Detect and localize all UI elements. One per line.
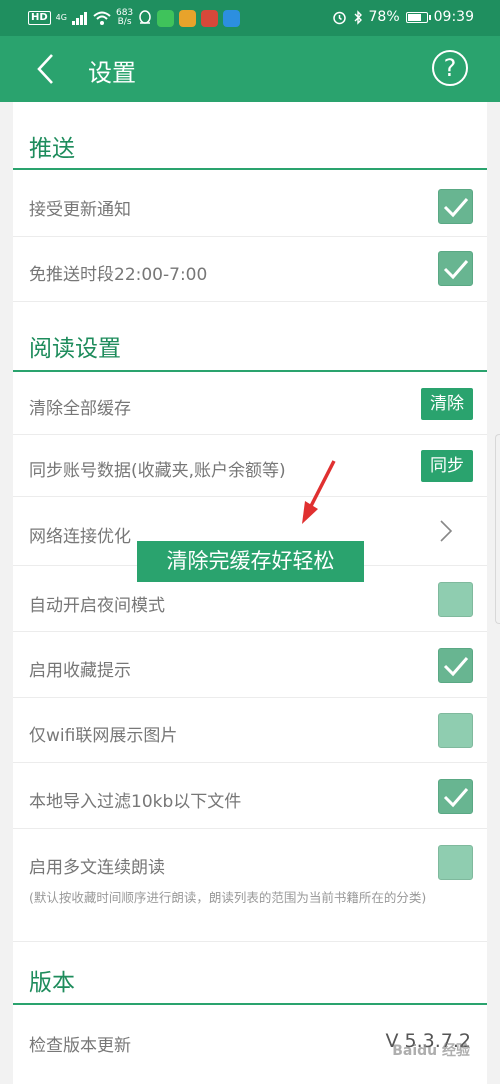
tooltip-banner: 清除完缓存好轻松 [137,541,364,582]
setting-label: 检查版本更新 [29,1036,131,1056]
section-title: 阅读设置 [29,336,121,362]
setting-label: 仅wifi联网展示图片 [29,726,178,746]
settings-list: 推送 接受更新通知 免推送时段22:00-7:00 阅读设置 清除全部缓存 清除… [13,102,487,1084]
setting-label: 本地导入过滤10kb以下文件 [29,792,242,812]
section-title: 版本 [29,970,75,996]
scrollbar[interactable] [495,434,500,624]
status-time: 09:39 [433,9,474,25]
status-right: 78% 09:39 [332,9,474,25]
app-icon-news [157,9,175,27]
app-bar: 设置 ? [0,36,500,102]
network-tag: HD [28,11,51,25]
section-title: 推送 [29,136,75,162]
chevron-right-icon [440,520,453,542]
setting-row-quiet-hours[interactable]: 免推送时段22:00-7:00 [13,237,487,302]
clear-cache-button[interactable]: 清除 [421,388,473,420]
checkbox-night-mode[interactable] [438,582,473,617]
section-header-push: 推送 [13,102,487,170]
checkmark-icon [443,788,469,808]
checkmark-icon [443,260,469,280]
setting-label: 清除全部缓存 [29,399,131,419]
setting-note: (默认按收藏时间顺序进行朗读，朗读列表的范围为当前书籍所在的分类) [29,890,427,905]
help-question-circle-icon[interactable]: ? [432,50,468,86]
battery-percent: 78% [368,9,400,25]
qq-icon [139,10,151,24]
setting-label: 自动开启夜间模式 [29,596,165,616]
speed-unit: B/s [117,17,132,27]
checkmark-icon [443,657,469,677]
setting-row-accept-updates[interactable]: 接受更新通知 [13,170,487,237]
battery-icon [405,11,431,23]
setting-row-wifi-images[interactable]: 仅wifi联网展示图片 [13,698,487,763]
setting-label: 启用收藏提示 [29,661,131,681]
setting-label: 免推送时段22:00-7:00 [29,265,208,285]
checkbox-import-filter[interactable] [438,779,473,814]
setting-row-sync-account[interactable]: 同步账号数据(收藏夹,账户余额等) 同步 [13,435,487,497]
app-icon-video [201,9,219,27]
checkmark-icon [443,198,469,218]
setting-row-clear-cache[interactable]: 清除全部缓存 清除 [13,372,487,435]
back-chevron-left-icon[interactable] [34,53,58,85]
checkbox-accept-updates[interactable] [438,189,473,224]
checkbox-continuous-read[interactable] [438,845,473,880]
setting-row-favorite-tip[interactable]: 启用收藏提示 [13,632,487,698]
annotation-arrow-icon [302,460,336,524]
checkbox-wifi-images[interactable] [438,713,473,748]
setting-label: 接受更新通知 [29,200,131,220]
setting-label: 同步账号数据(收藏夹,账户余额等) [29,461,286,481]
wifi-icon [93,11,111,25]
setting-row-continuous-read[interactable]: 启用多文连续朗读 (默认按收藏时间顺序进行朗读，朗读列表的范围为当前书籍所在的分… [13,829,487,942]
setting-label: 启用多文连续朗读 [29,858,165,878]
signal-icon [71,11,87,25]
section-header-version: 版本 [13,942,487,1005]
setting-row-import-filter[interactable]: 本地导入过滤10kb以下文件 [13,763,487,829]
app-icon-game [179,9,197,27]
status-left: HD 4G 683 B/s [28,9,241,27]
checkbox-quiet-hours[interactable] [438,251,473,286]
alarm-icon [332,11,346,24]
watermark: Baidu 经验 [392,1043,470,1059]
checkbox-favorite-tip[interactable] [438,648,473,683]
sync-account-button[interactable]: 同步 [421,450,473,482]
network-speed: 683 B/s [116,9,133,27]
page-title: 设置 [88,59,136,87]
bluetooth-icon [354,9,362,25]
network-gen: 4G [55,13,67,22]
section-header-reading: 阅读设置 [13,302,487,372]
app-icon-browser [223,9,241,27]
setting-label: 网络连接优化 [29,527,131,547]
status-bar: HD 4G 683 B/s 78% 09:39 [0,0,500,36]
